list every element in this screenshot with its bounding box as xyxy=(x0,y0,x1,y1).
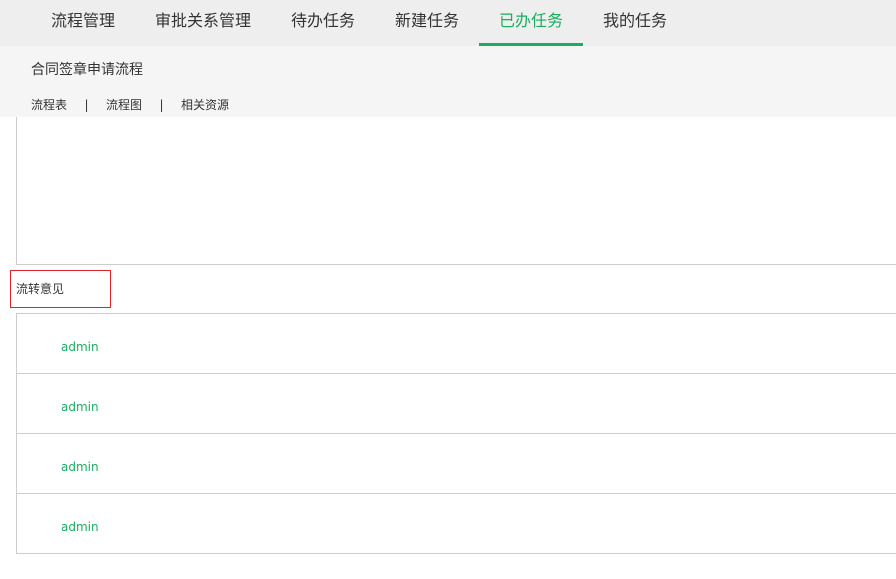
opinion-user-link[interactable]: admin xyxy=(61,520,99,534)
tab-process-management[interactable]: 流程管理 xyxy=(31,0,135,46)
process-subtabs: 流程表 | 流程图 | 相关资源 xyxy=(31,96,229,113)
circulation-opinions-label: 流转意见 xyxy=(10,270,111,308)
opinion-user-link[interactable]: admin xyxy=(61,400,99,414)
tab-approval-relation-management[interactable]: 审批关系管理 xyxy=(135,0,271,46)
opinion-row: admin xyxy=(16,433,896,493)
opinion-user-link[interactable]: admin xyxy=(61,340,99,354)
subtab-process-diagram[interactable]: 流程图 xyxy=(106,98,142,112)
process-form-panel xyxy=(16,117,896,265)
subtab-separator: | xyxy=(159,98,164,112)
opinion-user-link[interactable]: admin xyxy=(61,460,99,474)
opinion-row: admin xyxy=(16,373,896,433)
tab-new-task[interactable]: 新建任务 xyxy=(375,0,479,46)
opinion-list: admin admin admin admin xyxy=(16,313,896,554)
subtab-process-form[interactable]: 流程表 xyxy=(31,98,67,112)
tab-pending-tasks[interactable]: 待办任务 xyxy=(271,0,375,46)
process-header: 合同签章申请流程 流程表 | 流程图 | 相关资源 xyxy=(0,46,896,117)
subtab-related-resources[interactable]: 相关资源 xyxy=(181,98,229,112)
tab-completed-tasks[interactable]: 已办任务 xyxy=(479,0,583,46)
subtab-separator: | xyxy=(84,98,89,112)
opinion-row: admin xyxy=(16,313,896,373)
tab-my-tasks[interactable]: 我的任务 xyxy=(583,0,687,46)
top-nav: 流程管理 审批关系管理 待办任务 新建任务 已办任务 我的任务 xyxy=(0,0,896,46)
process-title: 合同签章申请流程 xyxy=(31,62,143,78)
opinion-row: admin xyxy=(16,493,896,554)
